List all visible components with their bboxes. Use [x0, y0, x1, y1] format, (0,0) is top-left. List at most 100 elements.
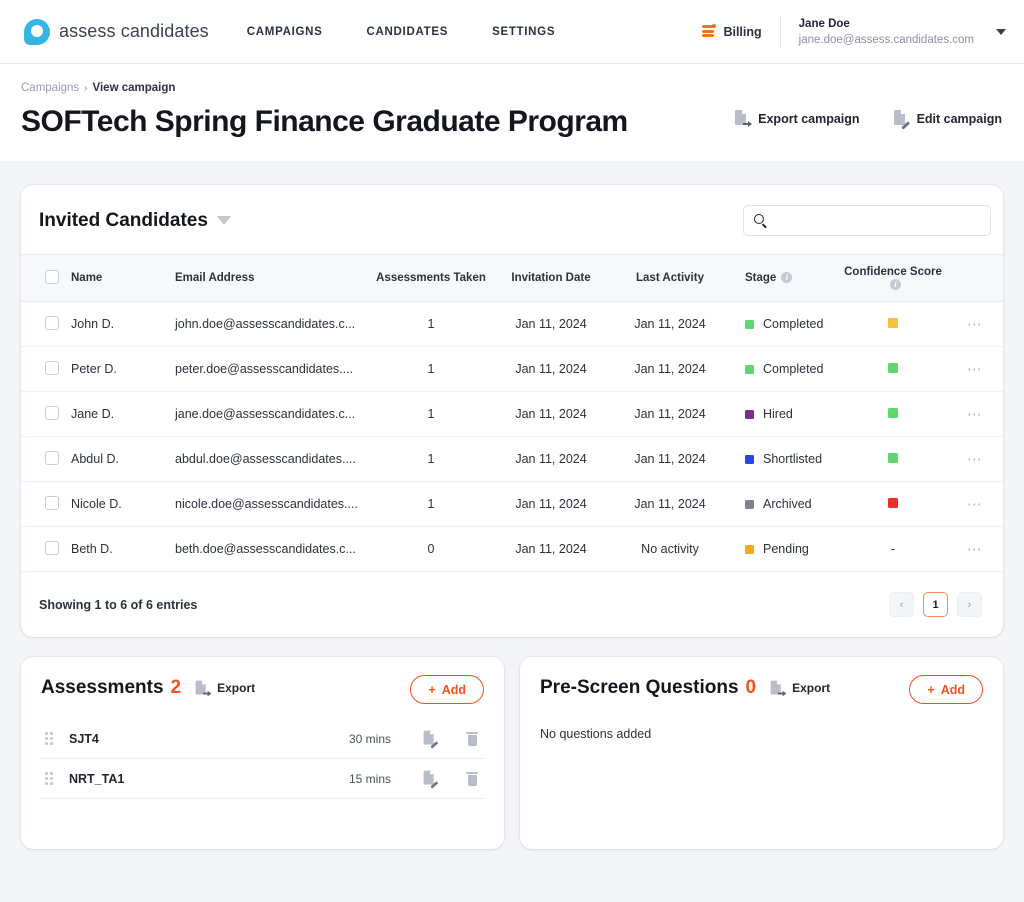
edit-assessment-button[interactable]	[423, 730, 439, 748]
nav-item-candidates[interactable]: CANDIDATES	[367, 26, 449, 38]
prescreen-export-button[interactable]: Export	[770, 680, 830, 697]
candidates-table: Name Email Address Assessments Taken Inv…	[21, 254, 1003, 572]
trash-icon	[466, 771, 478, 786]
confidence-score-empty: -	[890, 542, 896, 556]
ellipsis-icon[interactable]: ⋯	[967, 316, 984, 333]
user-menu[interactable]: Jane Doe jane.doe@assess.candidates.com	[799, 16, 1006, 48]
cell-assessments-taken: 0	[371, 526, 491, 572]
ellipsis-icon[interactable]: ⋯	[967, 496, 984, 513]
pagination-next-button[interactable]: ›	[957, 592, 982, 617]
confidence-info-icon[interactable]: i	[890, 279, 901, 291]
breadcrumb-current: View campaign	[92, 82, 176, 94]
add-assessment-button[interactable]: + Add	[410, 675, 484, 704]
search-input[interactable]	[767, 206, 980, 235]
edit-campaign-label: Edit campaign	[916, 111, 1002, 126]
breadcrumb-separator-icon: ›	[84, 82, 88, 94]
drag-handle-icon[interactable]	[45, 772, 55, 785]
row-checkbox[interactable]	[45, 315, 59, 330]
table-row[interactable]: Peter D. peter.doe@assesscandidates.... 1 J…	[21, 346, 1003, 392]
list-item[interactable]: NRT_TA1 15 mins	[41, 759, 484, 799]
ellipsis-icon[interactable]: ⋯	[967, 451, 984, 468]
table-row[interactable]: Jane D. jane.doe@assesscandidates.c... 1 Ja…	[21, 391, 1003, 437]
pagination: ‹ 1 ›	[889, 592, 982, 617]
nav-item-campaigns[interactable]: CAMPAIGNS	[247, 26, 323, 38]
cell-confidence-score	[839, 301, 947, 347]
cell-confidence-score: -	[839, 526, 947, 572]
column-email: Email Address	[171, 254, 371, 302]
document-edit-icon	[423, 770, 439, 788]
cell-invitation-date: Jan 11, 2024	[491, 301, 611, 347]
stage-color-swatch	[745, 319, 754, 329]
export-campaign-label: Export campaign	[758, 111, 860, 126]
drag-handle-icon[interactable]	[45, 732, 55, 745]
row-checkbox[interactable]	[45, 360, 59, 375]
table-toolbar: Invited Candidates	[21, 185, 1003, 254]
export-campaign-button[interactable]: Export campaign	[735, 110, 860, 127]
cell-name: Nicole D.	[67, 481, 171, 527]
row-checkbox[interactable]	[45, 540, 59, 555]
stage-label: Completed	[763, 362, 824, 376]
breadcrumb-campaigns[interactable]: Campaigns	[21, 82, 79, 94]
plus-icon: +	[927, 682, 935, 697]
assessment-duration: 15 mins	[348, 771, 391, 786]
row-checkbox[interactable]	[45, 450, 59, 465]
cell-invitation-date: Jan 11, 2024	[491, 526, 611, 572]
stage-color-swatch	[745, 409, 754, 419]
pagination-prev-button[interactable]: ‹	[889, 592, 914, 617]
column-confidence-score-label: Confidence Score	[844, 266, 942, 278]
row-checkbox[interactable]	[45, 495, 59, 510]
ellipsis-icon[interactable]: ⋯	[967, 361, 984, 378]
brand-logo[interactable]: assess candidates	[24, 18, 209, 45]
stage-color-swatch	[745, 499, 754, 509]
row-checkbox[interactable]	[45, 405, 59, 420]
funnel-icon[interactable]	[216, 216, 231, 225]
delete-assessment-button[interactable]	[466, 771, 478, 786]
cell-row-menu: ⋯	[947, 436, 1003, 482]
document-edit-icon	[423, 730, 439, 748]
delete-assessment-button[interactable]	[466, 731, 478, 746]
table-row[interactable]: John D. john.doe@assesscandidates.c... 1 Ja…	[21, 301, 1003, 347]
ellipsis-icon[interactable]: ⋯	[967, 541, 984, 558]
cell-assessments-taken: 1	[371, 436, 491, 482]
column-assessments-taken-label: Assessments Taken	[376, 272, 486, 284]
assessments-count: 2	[170, 677, 182, 698]
cell-confidence-score	[839, 391, 947, 437]
assessments-list: SJT4 30 mins NRT_TA1 15 mins	[41, 719, 484, 799]
search-box[interactable]	[743, 205, 991, 236]
cell-name: Beth D.	[67, 526, 171, 572]
confidence-score-swatch	[888, 498, 898, 508]
column-name: Name	[67, 254, 171, 302]
document-export-icon	[770, 680, 787, 696]
prescreen-export-label: Export	[792, 681, 831, 695]
row-select-cell	[21, 301, 67, 347]
cell-email: abdul.doe@assesscandidates....	[171, 436, 371, 482]
billing-button[interactable]: Billing	[701, 14, 781, 49]
brand-name: assess candidates	[59, 21, 209, 41]
edit-assessment-button[interactable]	[423, 770, 439, 788]
add-question-button[interactable]: + Add	[909, 675, 983, 704]
chevron-down-icon[interactable]	[996, 28, 1006, 35]
assessments-title-group: Assessments 2	[41, 677, 181, 699]
table-header-row: Name Email Address Assessments Taken Inv…	[21, 254, 1003, 302]
nav-item-settings[interactable]: SETTINGS	[492, 26, 555, 38]
list-item[interactable]: SJT4 30 mins	[41, 719, 484, 759]
select-all-checkbox[interactable]	[45, 269, 59, 284]
table-row[interactable]: Abdul D. abdul.doe@assesscandidates.... 1 J…	[21, 436, 1003, 482]
edit-campaign-button[interactable]: Edit campaign	[893, 110, 1002, 129]
cell-row-menu: ⋯	[947, 526, 1003, 572]
page-header-actions: Export campaign Edit campaign	[735, 110, 1002, 129]
page-header: Campaigns › View campaign SOFTech Spring…	[0, 64, 1024, 161]
ellipsis-icon[interactable]: ⋯	[967, 406, 984, 423]
cell-last-activity: Jan 11, 2024	[611, 346, 729, 392]
stage-info-icon[interactable]: i	[781, 272, 793, 284]
table-row[interactable]: Nicole D. nicole.doe@assesscandidates....…	[21, 481, 1003, 527]
add-assessment-label: Add	[441, 682, 466, 697]
pagination-page-1[interactable]: 1	[923, 592, 948, 617]
assessments-export-button[interactable]: Export	[195, 680, 255, 697]
cell-invitation-date: Jan 11, 2024	[491, 436, 611, 482]
prescreen-questions-panel: Pre-Screen Questions 0 Export + Add No q…	[520, 657, 1003, 849]
column-stage-label: Stage	[745, 272, 777, 284]
prescreen-title-group: Pre-Screen Questions 0	[540, 677, 756, 699]
table-row[interactable]: Beth D. beth.doe@assesscandidates.c... 0 Ja…	[21, 526, 1003, 572]
cell-stage: Pending	[729, 526, 839, 572]
